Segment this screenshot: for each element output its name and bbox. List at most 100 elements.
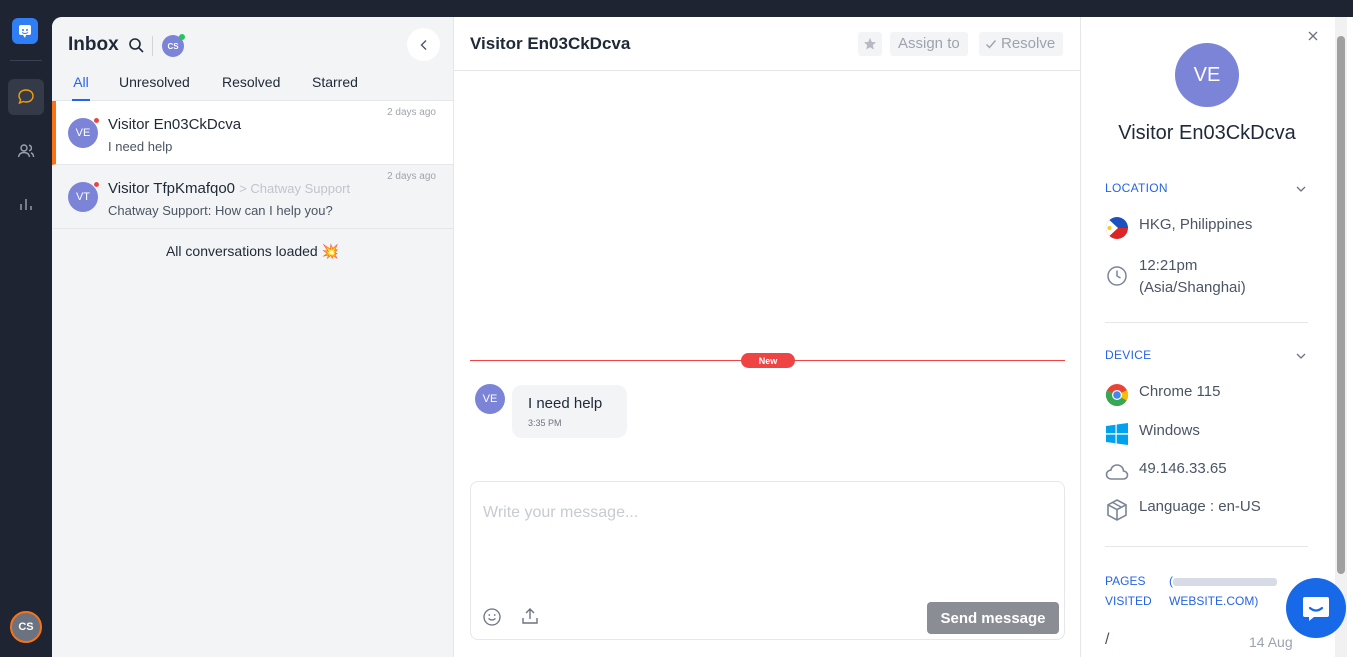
chat-widget-launcher[interactable]: [1286, 578, 1346, 638]
visitor-avatar: VE: [68, 117, 100, 148]
search-icon[interactable]: [128, 37, 145, 59]
inbox-title: Inbox: [68, 34, 119, 55]
message-text: I need help: [528, 395, 603, 412]
language-row: Language : en-US: [1105, 498, 1261, 522]
conversation-title: Visitor En03CkDcva: [470, 34, 631, 53]
windows-icon: [1105, 422, 1129, 446]
conversation-name: Visitor TfpKmafqo0 > Chatway Support: [108, 180, 350, 197]
star-icon: [864, 38, 876, 50]
nav-contacts-button[interactable]: [8, 133, 44, 169]
pages-title-line-2: VISITED: [1105, 594, 1152, 608]
unread-dot: [93, 117, 100, 124]
location-section-title[interactable]: LOCATION: [1105, 181, 1168, 195]
language-value: Language : en-US: [1139, 498, 1261, 515]
tab-all[interactable]: All: [72, 74, 90, 101]
bar-chart-icon: [20, 199, 32, 210]
online-status-dot: [179, 34, 185, 40]
redacted-url-block: [1173, 577, 1277, 586]
close-icon[interactable]: [1307, 29, 1319, 47]
inbox-header: Inbox CS All Unresolved Resolved Starred: [52, 17, 453, 101]
header-divider: [152, 36, 153, 56]
visitor-initials: VT: [75, 191, 91, 203]
nav-conversations-button[interactable]: [8, 79, 44, 115]
browser-row: Chrome 115: [1105, 383, 1220, 407]
chat-widget-icon: [1303, 597, 1329, 621]
local-time-row: 12:21pm (Asia/Shanghai): [1105, 255, 1246, 299]
send-message-button[interactable]: Send message: [927, 602, 1059, 634]
window-top-strip: [52, 0, 1353, 17]
chatway-logo-icon[interactable]: [12, 18, 38, 44]
visitor-initials: VE: [75, 127, 91, 139]
conversation-visitor-name: Visitor TfpKmafqo0: [108, 180, 236, 197]
cloud-icon: [1105, 460, 1129, 484]
conversation-channel: > Chatway Support: [239, 181, 351, 196]
tab-resolved[interactable]: Resolved: [222, 74, 280, 101]
local-time-value: 12:21pm: [1139, 257, 1198, 274]
os-row: Windows: [1105, 422, 1200, 446]
message-composer[interactable]: Write your message... Send message: [470, 481, 1065, 640]
visitor-large-avatar: VE: [1175, 43, 1239, 107]
os-value: Windows: [1139, 422, 1200, 439]
visited-page-path[interactable]: /: [1105, 631, 1109, 649]
conversation-preview: Chatway Support: How can I help you?: [108, 203, 333, 218]
pages-visited-url[interactable]: ( WEBSITE.COM): [1169, 571, 1277, 611]
scrollbar-thumb[interactable]: [1337, 36, 1345, 574]
emoji-icon[interactable]: [482, 607, 502, 632]
tab-starred[interactable]: Starred: [312, 74, 358, 101]
device-section-title[interactable]: DEVICE: [1105, 348, 1151, 362]
collapse-panel-button[interactable]: [407, 28, 440, 61]
cube-icon: [1105, 498, 1129, 522]
resolve-label: Resolve: [1001, 35, 1056, 52]
new-messages-badge: New: [741, 353, 795, 368]
visitor-info-panel: VE Visitor En03CkDcva LOCATION HKG, Phil…: [1081, 17, 1353, 657]
browser-value: Chrome 115: [1139, 383, 1221, 400]
assign-to-button[interactable]: Assign to: [890, 32, 968, 56]
check-icon: [986, 40, 997, 49]
agent-initials: CS: [167, 41, 179, 51]
location-value: HKG, Philippines: [1139, 216, 1253, 233]
inbox-panel: Inbox CS All Unresolved Resolved Starred…: [52, 17, 453, 657]
conversation-time: 2 days ago: [387, 107, 436, 118]
resolve-button[interactable]: Resolve: [979, 32, 1064, 56]
chevron-down-icon[interactable]: [1295, 182, 1307, 200]
url-suffix: WEBSITE.COM): [1169, 594, 1259, 608]
unread-dot: [93, 181, 100, 188]
upload-icon[interactable]: [520, 606, 540, 631]
nav-reports-button[interactable]: [8, 186, 44, 222]
chevron-down-icon[interactable]: [1295, 349, 1307, 367]
conversation-time: 2 days ago: [387, 171, 436, 182]
conversation-name: Visitor En03CkDcva: [108, 116, 242, 133]
message-time: 3:35 PM: [528, 418, 562, 428]
location-row: HKG, Philippines: [1105, 216, 1252, 240]
chevron-left-icon: [420, 39, 426, 50]
visitor-avatar: VT: [68, 181, 100, 212]
left-nav-rail: CS: [0, 0, 52, 657]
conversation-preview: I need help: [108, 139, 173, 154]
chrome-icon: [1105, 383, 1129, 407]
pages-visited-title[interactable]: PAGES VISITED: [1105, 571, 1152, 611]
visitor-name: Visitor En03CkDcva: [1118, 122, 1296, 144]
message-bubble: I need help 3:35 PM: [512, 385, 627, 438]
ip-value: 49.146.33.65: [1139, 460, 1227, 477]
section-divider: [1105, 322, 1308, 323]
composer-placeholder[interactable]: Write your message...: [483, 504, 638, 522]
timezone-value: (Asia/Shanghai): [1139, 279, 1246, 296]
tab-unresolved[interactable]: Unresolved: [119, 74, 190, 101]
pages-title-line-1: PAGES: [1105, 574, 1146, 588]
conversation-list-item[interactable]: VE Visitor En03CkDcva I need help 2 days…: [52, 101, 453, 165]
ip-row: 49.146.33.65: [1105, 460, 1227, 484]
user-avatar-button[interactable]: CS: [10, 611, 42, 643]
visited-page-date: 14 Aug: [1249, 634, 1293, 650]
philippines-flag-icon: [1105, 216, 1129, 240]
rail-divider: [10, 60, 42, 61]
all-loaded-message: All conversations loaded 💥: [165, 243, 340, 259]
info-scrollbar[interactable]: [1335, 17, 1347, 657]
conversation-panel: Visitor En03CkDcva Assign to Resolve New…: [453, 17, 1082, 657]
users-icon: [17, 144, 35, 158]
chat-bubble-icon: [18, 89, 34, 105]
conversation-list-item[interactable]: VT Visitor TfpKmafqo0 > Chatway Support …: [52, 165, 453, 229]
section-divider: [1105, 546, 1308, 547]
star-button[interactable]: [858, 32, 882, 56]
agent-status-avatar[interactable]: CS: [162, 34, 185, 57]
clock-icon: [1105, 264, 1129, 288]
